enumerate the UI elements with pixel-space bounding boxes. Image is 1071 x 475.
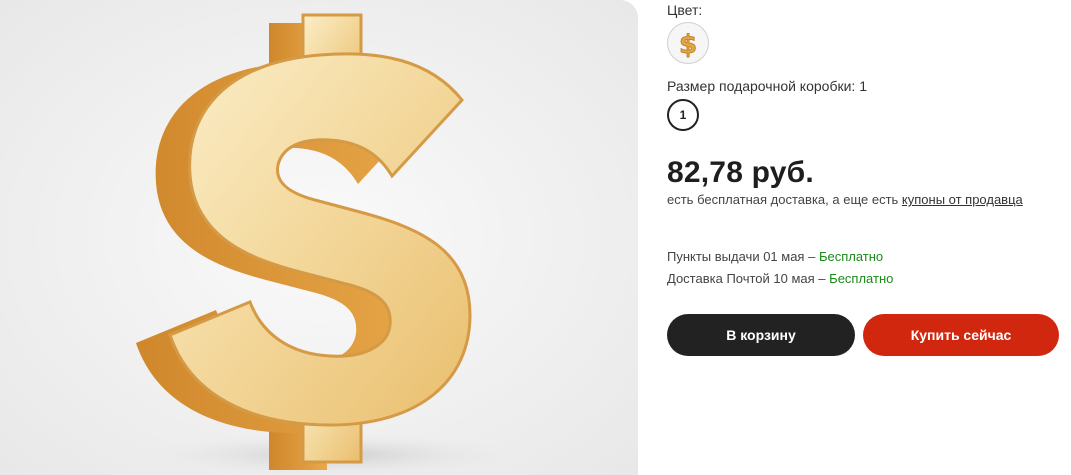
dollar-sign-icon [0, 0, 638, 475]
shipping-note: есть бесплатная доставка, а еще есть куп… [667, 192, 1023, 207]
shipping-note-text: есть бесплатная доставка, а еще есть [667, 192, 902, 207]
gift-box-size-label: Размер подарочной коробки: 1 [667, 78, 867, 94]
delivery-post-cost: Бесплатно [829, 271, 894, 286]
add-to-cart-button[interactable]: В корзину [667, 314, 855, 356]
delivery-pickup-text: Пункты выдачи 01 мая – [667, 249, 819, 264]
svg-text:$: $ [679, 30, 697, 58]
delivery-pickup-cost: Бесплатно [818, 249, 884, 264]
product-image[interactable] [0, 0, 638, 475]
product-page: Цвет: $ Размер подарочной коробки: 1 1 8… [0, 0, 1071, 475]
product-info-panel: Цвет: $ Размер подарочной коробки: 1 1 8… [667, 0, 1067, 475]
seller-coupons-link[interactable]: купоны от продавца [902, 192, 1023, 207]
color-label: Цвет: [667, 2, 703, 18]
size-option-1[interactable]: 1 [667, 99, 699, 131]
price: 82,78 руб. [667, 156, 814, 189]
color-swatch[interactable]: $ [667, 22, 709, 64]
delivery-post-text: Доставка Почтой 10 мая – [667, 271, 830, 286]
delivery-option-pickup: Пункты выдачи 01 мая – Бесплатно [667, 249, 883, 264]
delivery-option-post: Доставка Почтой 10 мая – Бесплатно [667, 271, 893, 286]
buy-now-button[interactable]: Купить сейчас [863, 314, 1059, 356]
dollar-sign-icon: $ [679, 30, 698, 58]
